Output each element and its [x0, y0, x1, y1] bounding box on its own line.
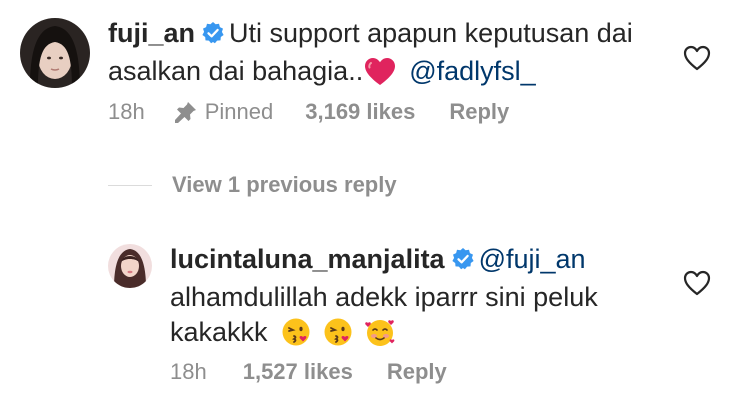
pinned-label: Pinned	[204, 99, 274, 124]
mention-link[interactable]: @fadlyfsl_	[409, 56, 535, 86]
pin-icon	[174, 101, 197, 123]
avatar-image	[108, 244, 152, 288]
mention-link[interactable]: @fuji_an	[479, 244, 586, 274]
smiling-hearts-emoji-icon	[364, 317, 396, 356]
kissing-heart-emoji-icon	[281, 317, 311, 356]
comment-username[interactable]: lucintaluna_manjalita	[170, 244, 445, 274]
comment-meta: 18h 1,527 likes Reply	[170, 359, 447, 385]
reply-button[interactable]: Reply	[387, 359, 447, 385]
likes-count[interactable]: 1,527 likes	[243, 359, 353, 385]
verified-badge-icon	[451, 245, 475, 280]
like-heart-icon[interactable]	[683, 270, 711, 296]
comment-time: 18h	[170, 359, 207, 384]
verified-badge-icon	[201, 19, 225, 54]
avatar[interactable]	[20, 18, 90, 88]
like-heart-icon[interactable]	[683, 45, 711, 71]
avatar-image	[20, 18, 90, 88]
comment-time: 18h	[108, 99, 145, 124]
comment-meta: 18h Pinned 3,169 likes Reply	[108, 99, 509, 125]
kissing-heart-emoji-icon	[323, 317, 353, 356]
comment-body: lucintaluna_manjalita @fuji_an alhamdulil…	[170, 242, 660, 356]
view-previous-replies-button[interactable]: View 1 previous reply	[108, 172, 397, 198]
red-heart-emoji-icon	[365, 58, 396, 95]
comment-username[interactable]: fuji_an	[108, 18, 195, 48]
comments-section: fuji_an Uti support apapun keputusan dai …	[0, 0, 750, 406]
reply-button[interactable]: Reply	[449, 99, 509, 125]
avatar[interactable]	[108, 244, 152, 288]
reply-thread-line	[108, 184, 152, 186]
comment-body: fuji_an Uti support apapun keputusan dai …	[108, 16, 668, 95]
view-replies-label: View 1 previous reply	[172, 172, 397, 197]
likes-count[interactable]: 3,169 likes	[305, 99, 415, 125]
